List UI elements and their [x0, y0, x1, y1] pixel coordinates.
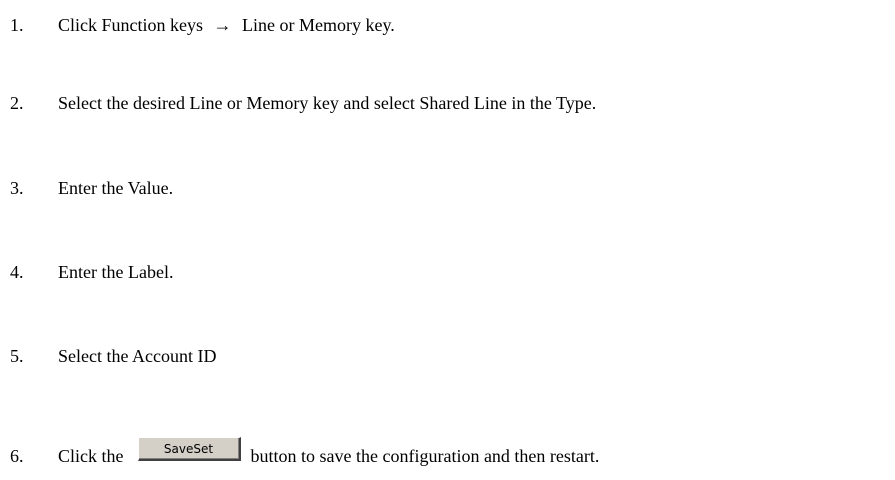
- step-5: 5. Select the Account ID: [10, 345, 216, 367]
- step-2: 2. Select the desired Line or Memory key …: [10, 92, 596, 114]
- step-number: 3.: [10, 178, 24, 198]
- step-1: 1. Click Function keys → Line or Memory k…: [10, 14, 395, 36]
- step-text: Enter the Value.: [58, 178, 174, 198]
- step-3: 3. Enter the Value.: [10, 177, 173, 199]
- step-number: 1.: [10, 15, 24, 35]
- instruction-steps: 1. Click Function keys → Line or Memory k…: [0, 0, 895, 480]
- saveset-button[interactable]: SaveSet: [137, 436, 241, 461]
- step-number: 2.: [10, 93, 24, 113]
- step-number: 4.: [10, 262, 24, 282]
- step-text: Select the desired Line or Memory key an…: [58, 93, 597, 113]
- step-text: button to save the configuration and the…: [250, 446, 600, 466]
- step-text: Select the Account ID: [58, 346, 217, 366]
- step-text: Click the: [58, 446, 124, 466]
- step-4: 4. Enter the Label.: [10, 261, 173, 283]
- step-6: 6. Click the SaveSet button to save the con…: [10, 436, 600, 467]
- right-arrow-icon: →: [213, 15, 232, 35]
- step-text: Enter the Label.: [58, 262, 174, 282]
- step-text: Line or Memory key.: [242, 15, 395, 35]
- step-number: 6.: [10, 446, 24, 466]
- step-text: Click Function keys: [58, 15, 203, 35]
- step-number: 5.: [10, 346, 24, 366]
